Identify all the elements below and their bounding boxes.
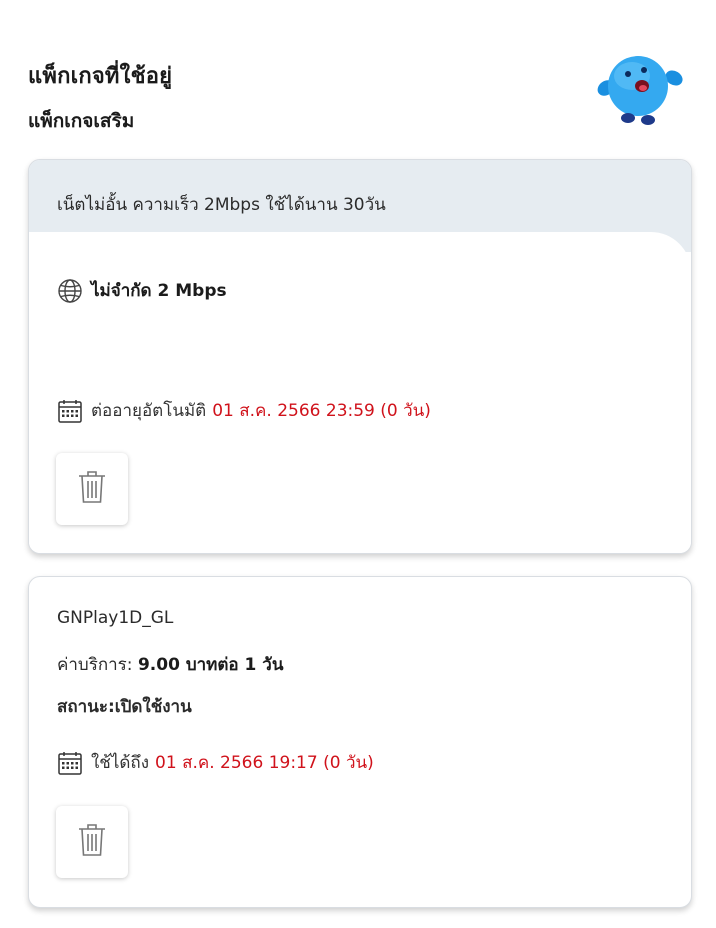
renew-row: ต่ออายุอัตโนมัติ 01 ส.ค. 2566 23:59 (0 ว… bbox=[57, 397, 431, 424]
page-title: แพ็กเกจที่ใช้อยู่ bbox=[28, 64, 173, 89]
status-text: สถานะ:เปิดใช้งาน bbox=[57, 697, 192, 717]
section-title: แพ็กเกจเสริม bbox=[28, 110, 135, 132]
speed-row: ไม่จำกัด 2 Mbps bbox=[57, 277, 227, 304]
valid-row: ใช้ได้ถึง 01 ส.ค. 2566 19:17 (0 วัน) bbox=[57, 749, 374, 776]
fee-label: ค่าบริการ: bbox=[57, 655, 133, 675]
valid-date: 01 ส.ค. 2566 19:17 (0 วัน) bbox=[155, 753, 374, 773]
delete-package-button[interactable] bbox=[56, 806, 128, 878]
speed-label: ไม่จำกัด 2 Mbps bbox=[91, 281, 227, 301]
package-card-unlimited: เน็ตไม่อั้น ความเร็ว 2Mbps ใช้ได้นาน 30ว… bbox=[28, 159, 692, 554]
renew-label: ต่ออายุอัตโนมัติ bbox=[91, 401, 207, 421]
valid-label: ใช้ได้ถึง bbox=[91, 753, 150, 773]
trash-icon bbox=[77, 469, 107, 509]
calendar-icon bbox=[57, 750, 83, 776]
page: แพ็กเกจที่ใช้อยู่ แพ็กเกจเสริม เน็ตไม่อั… bbox=[0, 0, 716, 928]
fee-row: ค่าบริการ: 9.00 บาทต่อ 1 วัน bbox=[57, 651, 283, 678]
delete-package-button[interactable] bbox=[56, 453, 128, 525]
globe-icon bbox=[57, 278, 83, 304]
calendar-icon bbox=[57, 398, 83, 424]
renew-date: 01 ส.ค. 2566 23:59 (0 วัน) bbox=[212, 401, 431, 421]
package-header-text: เน็ตไม่อั้น ความเร็ว 2Mbps ใช้ได้นาน 30ว… bbox=[57, 195, 386, 215]
package-name: GNPlay1D_GL bbox=[57, 608, 174, 628]
package-card-gnplay: GNPlay1D_GL ค่าบริการ: 9.00 บาทต่อ 1 วัน… bbox=[28, 576, 692, 908]
fee-value: 9.00 บาทต่อ 1 วัน bbox=[137, 655, 284, 675]
trash-icon bbox=[77, 822, 107, 862]
mascot-icon bbox=[592, 38, 688, 128]
